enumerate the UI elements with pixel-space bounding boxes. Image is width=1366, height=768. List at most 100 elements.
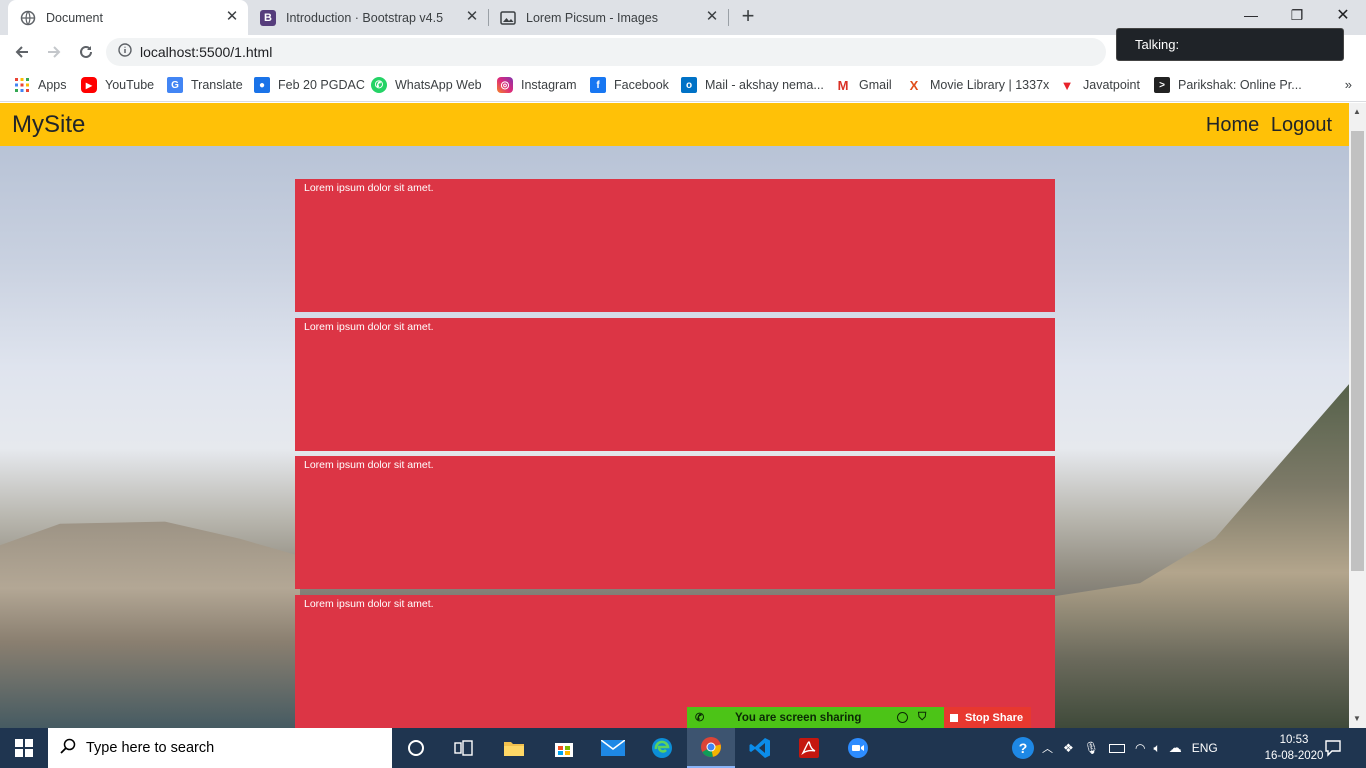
record-circle-icon (897, 712, 908, 723)
info-icon[interactable] (118, 42, 132, 62)
bookmark-mail[interactable]: o Mail - akshay nema... (681, 75, 824, 95)
close-tab-icon[interactable]: ✕ (704, 9, 720, 25)
search-icon (60, 738, 76, 758)
bookmark-label: WhatsApp Web (395, 78, 482, 92)
zoom-icon[interactable] (834, 728, 882, 768)
shield-icon: ⛉ (918, 711, 927, 723)
volume-icon[interactable]: 🔈︎ (1153, 741, 1160, 756)
help-icon[interactable]: ? (1012, 737, 1034, 759)
acrobat-icon[interactable] (785, 728, 833, 768)
microsoft-store-icon[interactable] (540, 728, 588, 768)
bookmark-label: Feb 20 PGDAC (278, 78, 365, 92)
close-window-icon[interactable]: ✕ (1320, 0, 1366, 30)
tab-title: Introduction · Bootstrap v4.5 (286, 10, 444, 25)
restore-icon[interactable]: ❐ (1274, 0, 1320, 30)
microphone-icon[interactable]: 🎙︎ (1084, 741, 1099, 755)
bookmark-feb20-pgdac[interactable]: ● Feb 20 PGDAC (254, 75, 365, 95)
bookmark-label: Gmail (859, 78, 892, 92)
reload-icon[interactable] (74, 40, 98, 64)
tab-title: Document (46, 10, 103, 25)
taskbar-search[interactable]: Type here to search (48, 728, 392, 768)
bookmark-label: Parikshak: Online Pr... (1178, 78, 1302, 92)
scrollbar-thumb[interactable] (1351, 131, 1364, 571)
more-bookmarks-icon[interactable]: » (1345, 77, 1352, 92)
forward-icon[interactable] (42, 40, 66, 64)
facebook-icon: f (590, 77, 606, 93)
battery-icon[interactable] (1109, 743, 1125, 753)
vscode-icon[interactable] (736, 728, 784, 768)
new-tab-button[interactable]: + (737, 5, 759, 27)
bookmark-instagram[interactable]: ◎ Instagram (497, 75, 577, 95)
bookmark-label: Facebook (614, 78, 669, 92)
bookmark-javatpoint[interactable]: ▼ Javatpoint (1059, 75, 1140, 95)
zoom-talking-indicator: Talking: (1116, 28, 1344, 61)
bookmark-label: Apps (38, 78, 67, 92)
bootstrap-icon: B (260, 9, 276, 26)
mail-icon[interactable] (589, 728, 637, 768)
page-scrollbar[interactable]: ▲ ▼ (1349, 103, 1366, 728)
windows-taskbar: Type here to search ? ︿ ❖ 🎙︎ ◠ 🔈︎ ☁ ENG (0, 728, 1366, 768)
page-viewport: MySite Home Logout Lorem ipsum dolor sit… (0, 103, 1349, 728)
bookmark-label: Translate (191, 78, 243, 92)
background-cliff-left (0, 521, 300, 728)
nav-home-link[interactable]: Home (1206, 114, 1259, 136)
stop-share-button[interactable]: Stop Share (944, 707, 1031, 728)
bookmark-translate[interactable]: G Translate (167, 75, 243, 95)
content-card: Lorem ipsum dolor sit amet. (295, 179, 1055, 312)
bookmark-movie-library[interactable]: X Movie Library | 1337x (906, 75, 1049, 95)
apps-grid-icon (14, 77, 30, 93)
translate-icon: G (167, 77, 183, 93)
address-bar[interactable]: localhost:5500/1.html (106, 38, 1106, 66)
talking-label: Talking: (1135, 37, 1180, 52)
file-explorer-icon[interactable] (490, 728, 538, 768)
tab-divider (728, 9, 729, 26)
bookmark-youtube[interactable]: ▶ YouTube (81, 75, 154, 95)
nav-links: Home Logout (1200, 114, 1332, 137)
card-text: Lorem ipsum dolor sit amet. (304, 321, 434, 333)
tab-document[interactable]: Document ✕ (8, 0, 248, 35)
site-brand[interactable]: MySite (12, 111, 85, 139)
task-view-icon[interactable] (440, 728, 488, 768)
stop-icon (950, 713, 958, 722)
card-text: Lorem ipsum dolor sit amet. (304, 182, 434, 194)
system-tray: ? ︿ ❖ 🎙︎ ◠ 🔈︎ ☁ ENG (1012, 728, 1218, 768)
close-tab-icon[interactable]: ✕ (224, 9, 240, 25)
back-icon[interactable] (10, 40, 34, 64)
terminal-icon: > (1154, 77, 1170, 93)
bookmark-apps[interactable]: Apps (14, 75, 67, 95)
gmail-icon: M (835, 77, 851, 93)
notifications-icon[interactable] (1310, 728, 1356, 768)
bookmark-gmail[interactable]: M Gmail (835, 75, 892, 95)
scroll-down-icon[interactable]: ▼ (1353, 714, 1361, 723)
tab-bootstrap[interactable]: B Introduction · Bootstrap v4.5 ✕ (248, 0, 488, 35)
cortana-icon[interactable] (392, 728, 440, 768)
classroom-icon: ● (254, 77, 270, 93)
bookmark-facebook[interactable]: f Facebook (590, 75, 669, 95)
wifi-icon[interactable]: ◠ (1135, 741, 1145, 755)
bookmark-label: Instagram (521, 78, 577, 92)
dropbox-icon[interactable]: ❖ (1063, 741, 1074, 755)
card-text: Lorem ipsum dolor sit amet. (304, 598, 434, 610)
minimize-icon[interactable]: — (1228, 0, 1274, 30)
bookmark-label: Javatpoint (1083, 78, 1140, 92)
url-text: localhost:5500/1.html (140, 44, 273, 60)
edge-icon[interactable] (638, 728, 686, 768)
bookmark-parikshak[interactable]: > Parikshak: Online Pr... (1154, 75, 1302, 95)
stop-share-label: Stop Share (965, 711, 1024, 724)
screen-sharing-bar[interactable]: ✆ You are screen sharing ⛉ (687, 707, 944, 728)
bookmark-whatsapp[interactable]: ✆ WhatsApp Web (371, 75, 482, 95)
language-indicator[interactable]: ENG (1192, 741, 1218, 755)
nav-logout-link[interactable]: Logout (1271, 114, 1332, 136)
chrome-icon[interactable] (687, 728, 735, 768)
1337x-icon: X (906, 77, 922, 93)
onedrive-icon[interactable]: ☁ (1169, 740, 1182, 756)
chevron-up-icon[interactable]: ︿ (1042, 740, 1053, 756)
site-navbar: MySite Home Logout (0, 103, 1349, 146)
sharing-label: You are screen sharing (735, 711, 862, 724)
tab-lorem-picsum[interactable]: Lorem Picsum - Images ✕ (488, 0, 728, 35)
windows-start-icon[interactable] (0, 728, 48, 768)
close-tab-icon[interactable]: ✕ (464, 9, 480, 25)
tab-title: Lorem Picsum - Images (526, 10, 658, 25)
scroll-up-icon[interactable]: ▲ (1353, 107, 1361, 116)
card-text: Lorem ipsum dolor sit amet. (304, 459, 434, 471)
